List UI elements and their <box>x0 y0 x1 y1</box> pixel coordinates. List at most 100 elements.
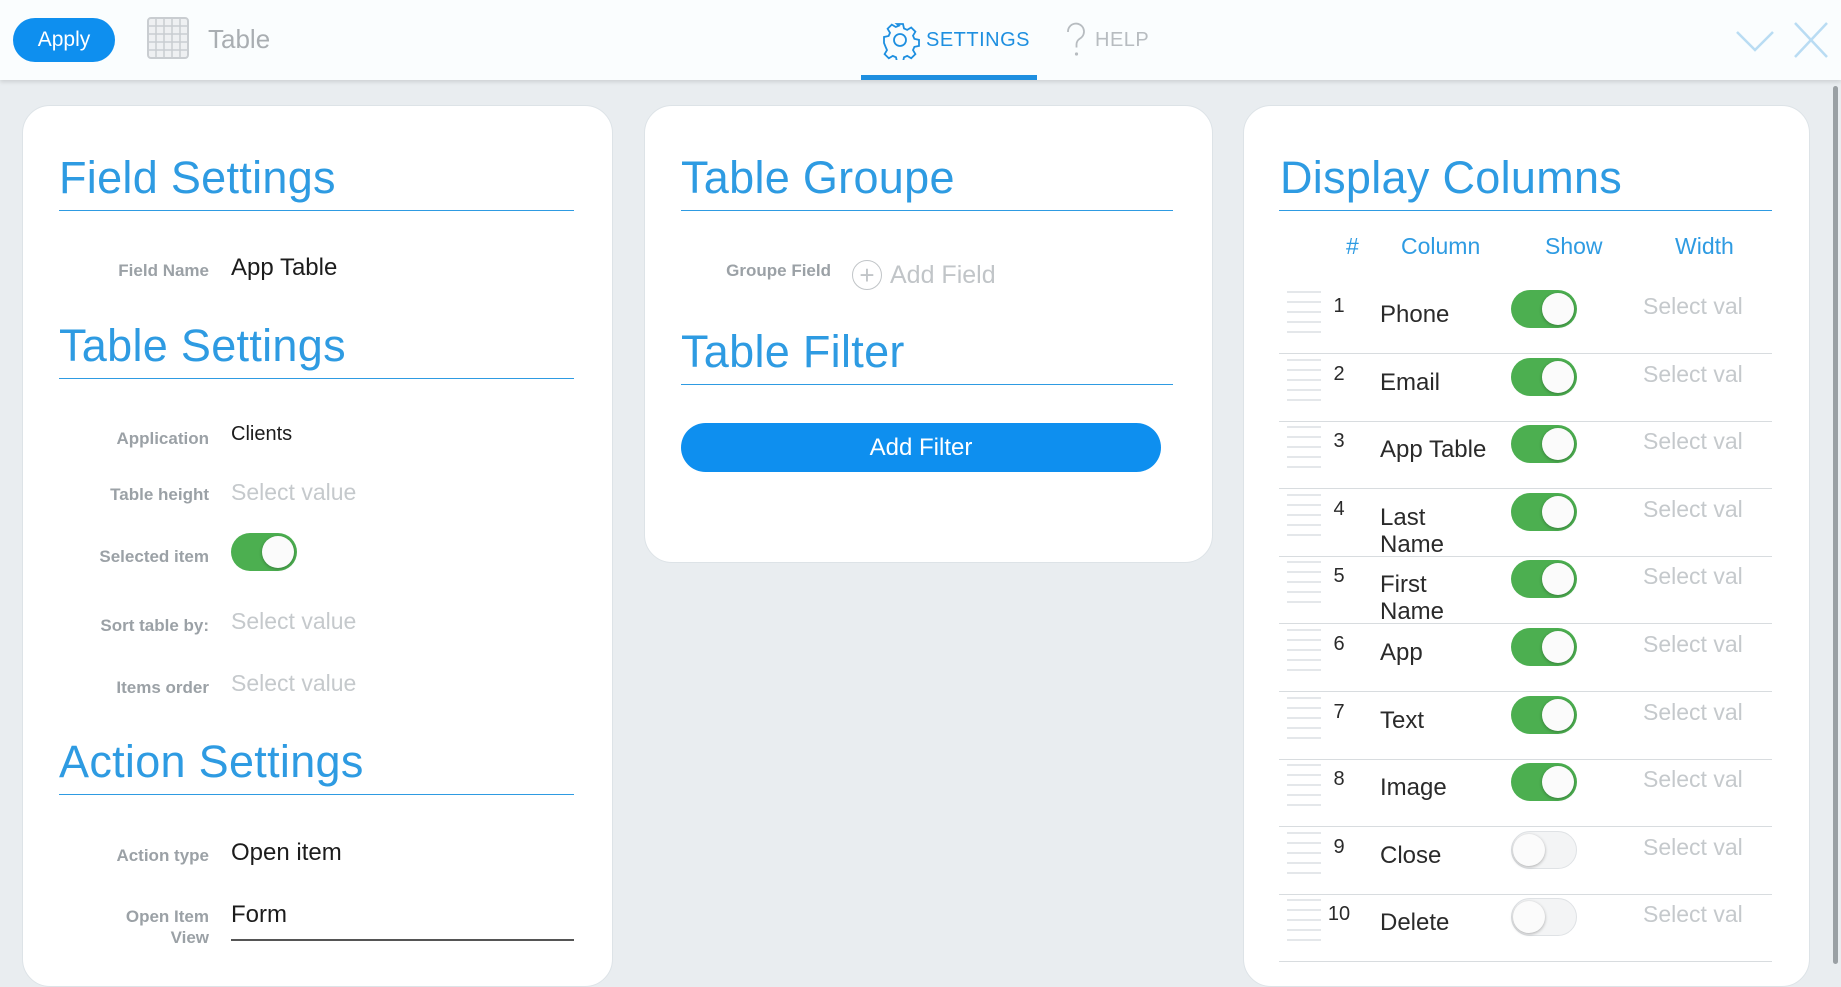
drag-handle-icon[interactable] <box>1287 561 1321 608</box>
field-title: Table <box>208 24 271 54</box>
selected-item-toggle[interactable] <box>231 533 297 571</box>
column-show-toggle[interactable] <box>1511 290 1577 328</box>
add-filter-button[interactable]: Add Filter <box>681 423 1161 472</box>
add-field-button[interactable]: + Add Field <box>852 260 996 290</box>
drag-handle-icon[interactable] <box>1287 291 1321 337</box>
open-item-view-label-line2: View <box>170 928 209 947</box>
column-width-select[interactable]: Select val <box>1643 496 1743 523</box>
section-divider <box>59 210 574 211</box>
column-show-toggle[interactable] <box>1511 830 1577 869</box>
column-width-select[interactable]: Select val <box>1643 834 1743 861</box>
plus-icon: + <box>852 260 882 290</box>
drag-handle-icon[interactable] <box>1287 493 1321 540</box>
column-show-toggle[interactable] <box>1511 695 1577 734</box>
column-name: First Name <box>1380 571 1445 626</box>
column-number: 4 <box>1333 497 1345 520</box>
items-order-select[interactable]: Select value <box>231 670 356 697</box>
section-divider <box>1279 210 1772 211</box>
chevron-down-icon[interactable] <box>1735 22 1775 58</box>
field-name-label: Field Name <box>118 261 209 280</box>
open-item-view-label-line1: Open Item <box>125 907 209 926</box>
column-show-toggle[interactable] <box>1511 425 1577 464</box>
field-settings-title: Field Settings <box>59 152 336 203</box>
column-show-toggle[interactable] <box>1511 492 1577 531</box>
table-row: 9 Close Select val <box>1279 828 1772 895</box>
column-width-select[interactable]: Select val <box>1643 361 1743 388</box>
display-columns-title: Display Columns <box>1280 152 1623 203</box>
table-row: 3 App Table Select val <box>1279 422 1772 490</box>
drag-handle-icon[interactable] <box>1287 426 1321 473</box>
table-groupe-title: Table Groupe <box>681 152 955 203</box>
column-name: Image <box>1380 774 1447 802</box>
selected-item-label: Selected item <box>99 547 209 566</box>
column-name: Last Name <box>1380 503 1445 558</box>
table-row: 7 Text Select val <box>1279 693 1772 760</box>
column-number: 3 <box>1333 430 1345 453</box>
column-header-width: Width <box>1675 233 1734 259</box>
table-icon <box>147 17 189 59</box>
drag-handle-icon[interactable] <box>1287 358 1321 405</box>
gear-icon <box>883 23 920 60</box>
row-divider <box>1279 961 1772 963</box>
column-name: App <box>1380 639 1423 666</box>
action-settings-title: Action Settings <box>59 736 364 787</box>
column-width-select[interactable]: Select val <box>1643 699 1743 726</box>
table-row: 2 Email Select val <box>1279 355 1772 422</box>
action-type-value[interactable]: Open item <box>231 839 342 867</box>
drag-handle-icon[interactable] <box>1287 831 1321 878</box>
column-show-toggle[interactable] <box>1511 560 1577 599</box>
column-name: Close <box>1380 841 1442 869</box>
column-number: 9 <box>1333 835 1345 858</box>
tab-settings[interactable]: SETTINGS <box>880 18 1030 62</box>
column-show-toggle[interactable] <box>1511 628 1577 666</box>
column-show-toggle[interactable] <box>1511 898 1577 937</box>
tab-help[interactable]: HELP <box>1063 18 1149 62</box>
top-bar: Apply Table SETTINGS HELP <box>0 0 1841 80</box>
column-number: 1 <box>1333 295 1345 317</box>
column-width-select[interactable]: Select val <box>1643 901 1743 928</box>
section-divider <box>681 384 1173 385</box>
column-number: 5 <box>1333 565 1345 588</box>
column-show-toggle[interactable] <box>1511 357 1577 396</box>
section-divider <box>59 794 574 795</box>
sort-table-label: Sort table by: <box>100 616 209 635</box>
sort-table-select[interactable]: Select value <box>231 608 356 635</box>
column-width-select[interactable]: Select val <box>1643 293 1743 320</box>
column-width-select[interactable]: Select val <box>1643 563 1743 590</box>
tab-help-label: HELP <box>1095 28 1150 51</box>
column-name: Phone <box>1380 301 1450 328</box>
column-number: 8 <box>1333 768 1345 791</box>
table-row: 8 Image Select val <box>1279 760 1772 828</box>
open-item-view-value[interactable]: Form <box>231 901 287 929</box>
close-icon[interactable] <box>1791 22 1831 58</box>
column-number: 6 <box>1333 633 1345 655</box>
column-number: 7 <box>1333 700 1345 723</box>
question-icon <box>1067 22 1085 56</box>
column-width-select[interactable]: Select val <box>1643 766 1743 793</box>
drag-handle-icon[interactable] <box>1287 629 1321 675</box>
apply-button[interactable]: Apply <box>13 18 115 62</box>
column-width-select[interactable]: Select val <box>1643 631 1743 658</box>
drag-handle-icon[interactable] <box>1287 764 1321 811</box>
application-value[interactable]: Clients <box>231 423 292 446</box>
table-height-select[interactable]: Select value <box>231 479 356 506</box>
table-settings-title: Table Settings <box>59 320 346 371</box>
table-filter-title: Table Filter <box>681 326 905 377</box>
scrollbar[interactable] <box>1833 86 1838 964</box>
open-item-view-underline <box>231 939 574 941</box>
column-name: App Table <box>1380 436 1487 464</box>
column-header-num: # <box>1346 233 1359 259</box>
column-number: 2 <box>1333 362 1345 385</box>
drag-handle-icon[interactable] <box>1287 899 1321 946</box>
drag-handle-icon[interactable] <box>1287 696 1321 743</box>
table-row: 6 App Select val <box>1279 625 1772 692</box>
section-divider <box>681 210 1173 211</box>
column-name: Text <box>1380 706 1425 734</box>
table-row: 10 Delete Select val <box>1279 895 1772 963</box>
action-type-label: Action type <box>116 846 209 865</box>
add-field-label: Add Field <box>890 260 996 289</box>
column-width-select[interactable]: Select val <box>1643 428 1743 455</box>
column-header-column: Column <box>1401 233 1481 259</box>
field-name-value[interactable]: App Table <box>231 254 337 282</box>
column-show-toggle[interactable] <box>1511 763 1577 802</box>
